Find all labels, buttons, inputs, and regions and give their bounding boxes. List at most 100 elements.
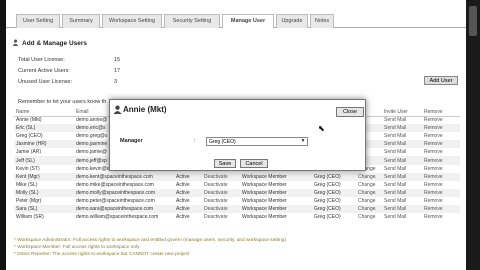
manager-label: Manager xyxy=(120,138,143,144)
edit-user-dialog: Annie (Mkt) Close Manager : Greg (CEO) ▼… xyxy=(109,99,366,171)
table-cell[interactable]: Send Mail xyxy=(382,132,422,140)
table-cell: Greg (CEO) xyxy=(312,205,356,214)
save-button[interactable]: Save xyxy=(214,159,236,168)
table-row: Sara (SL) demo.sara@spaceinthespace.com Ac… xyxy=(14,205,460,214)
table-cell: Active xyxy=(174,172,202,181)
table-cell[interactable]: Send Mail xyxy=(382,197,422,205)
app-window: User Setting Summary Workspace Setting S… xyxy=(0,0,480,270)
manager-colon: : xyxy=(194,138,196,144)
table-cell[interactable]: Remove xyxy=(422,188,460,197)
tab-summary[interactable]: Summary xyxy=(62,14,100,28)
table-cell[interactable]: Remove xyxy=(422,205,460,214)
col-name: Name xyxy=(14,108,74,117)
table-cell[interactable]: Remove xyxy=(422,156,460,165)
table-cell[interactable]: Send Mail xyxy=(382,165,422,173)
table-cell: demo.mike@spaceinthespace.com xyxy=(76,181,154,188)
table-cell: demo.molly@spaceinthespace.com xyxy=(74,188,174,197)
table-cell[interactable]: Send Mail xyxy=(382,172,422,181)
col-remove: Remove xyxy=(422,108,460,117)
table-cell[interactable]: Deactivate xyxy=(202,213,240,221)
table-cell[interactable]: Remove xyxy=(422,165,460,173)
table-cell: Jamie (AR) xyxy=(16,149,42,156)
table-cell[interactable]: Send Mail xyxy=(382,116,422,124)
table-cell[interactable]: Remove xyxy=(422,132,460,140)
summary-label-total: Total User License: xyxy=(18,57,65,63)
table-cell: demo.sara@spaceinthespace.com xyxy=(74,205,174,214)
table-cell: Kent (Mgr) xyxy=(14,172,74,181)
table-cell[interactable]: Remove xyxy=(422,172,460,181)
table-cell: Greg (CEO) xyxy=(16,133,43,140)
table-cell: Greg (CEO) xyxy=(312,188,356,197)
summary-value-active: 17 xyxy=(114,68,121,74)
page: User Setting Summary Workspace Setting S… xyxy=(6,0,466,270)
summary-label-active: Current Active Users: xyxy=(18,68,70,74)
table-cell[interactable]: Change xyxy=(356,213,382,221)
table-row: William (SR) demo.william@spaceinthespace… xyxy=(14,213,460,221)
table-cell[interactable]: Deactivate xyxy=(202,172,240,181)
table-cell[interactable]: Send Mail xyxy=(382,124,422,133)
chevron-down-icon[interactable]: ▼ xyxy=(299,138,307,145)
table-cell[interactable]: Remove xyxy=(422,213,460,221)
table-cell: Workspace Member xyxy=(242,197,287,204)
tab-workspace-setting[interactable]: Workspace Setting xyxy=(102,14,162,28)
table-cell[interactable]: Deactivate xyxy=(202,181,240,189)
cancel-button[interactable]: Cancel xyxy=(240,159,268,168)
table-cell[interactable]: Remove xyxy=(422,197,460,205)
table-cell[interactable]: Remove xyxy=(422,124,460,133)
dialog-title: Annie (Mkt) xyxy=(123,105,167,114)
table-cell[interactable]: Remove xyxy=(422,181,460,189)
table-cell[interactable]: Send Mail xyxy=(382,181,422,189)
table-cell[interactable]: Deactivate xyxy=(202,197,240,205)
table-cell[interactable]: Remove xyxy=(422,140,460,149)
mouse-cursor-icon: ⬉ xyxy=(318,124,325,133)
notes: * Workspace Administrator: Full access r… xyxy=(14,237,286,258)
scrollbar-thumb[interactable] xyxy=(469,6,477,36)
table-cell: Workspace Member xyxy=(240,205,312,214)
table-cell[interactable]: Change xyxy=(356,172,382,181)
table-cell[interactable]: Change xyxy=(356,188,382,197)
table-cell: Active xyxy=(176,197,190,204)
tab-security-setting[interactable]: Security Setting xyxy=(164,14,220,28)
tab-manage-user[interactable]: Manage User xyxy=(222,14,274,28)
users-icon xyxy=(12,39,19,46)
table-cell[interactable]: Send Mail xyxy=(382,205,422,214)
tab-user-setting[interactable]: User Setting xyxy=(16,14,60,28)
table-cell: Active xyxy=(174,205,202,214)
table-cell: Annie (Mkt) xyxy=(16,117,42,124)
table-cell[interactable]: Change xyxy=(356,205,382,214)
table-cell: demo.peter@spaceinthespace.com xyxy=(76,197,155,204)
table-cell[interactable]: Remove xyxy=(422,116,460,124)
table-cell[interactable]: Send Mail xyxy=(382,140,422,149)
table-cell: Molly (SL) xyxy=(14,188,74,197)
table-cell: Eric (SL) xyxy=(14,124,74,133)
table-cell[interactable]: Send Mail xyxy=(382,156,422,165)
table-cell[interactable]: Send Mail xyxy=(382,188,422,197)
scrollbar[interactable] xyxy=(466,0,480,270)
table-cell: William (SR) xyxy=(16,214,44,221)
tab-bar: User Setting Summary Workspace Setting S… xyxy=(6,14,466,28)
table-cell[interactable]: Deactivate xyxy=(202,205,240,214)
table-cell: Workspace Member xyxy=(240,172,312,181)
table-row: Kent (Mgr) demo.kent@spaceinthespace.com A… xyxy=(14,172,460,181)
user-icon xyxy=(113,105,122,114)
table-cell[interactable]: Send Mail xyxy=(382,148,422,156)
table-cell: Greg (CEO) xyxy=(314,214,341,221)
table-cell: Greg (CEO) xyxy=(314,181,341,188)
table-cell: Workspace Member xyxy=(242,214,287,221)
summary-label-unused: Unused User License: xyxy=(18,79,73,85)
table-cell[interactable]: Change xyxy=(356,197,382,205)
manager-select[interactable]: Greg (CEO) ▼ xyxy=(206,137,308,146)
tab-upgrade[interactable]: Upgrade xyxy=(276,14,308,28)
table-cell[interactable]: Send Mail xyxy=(382,213,422,221)
reminder-text: Remember to let your users know th xyxy=(18,99,107,105)
close-button[interactable]: Close xyxy=(336,107,364,117)
table-cell[interactable]: Deactivate xyxy=(202,188,240,197)
table-cell: Active xyxy=(174,188,202,197)
table-cell[interactable]: Change xyxy=(356,181,382,189)
table-cell: demo.william@spaceinthespace.com xyxy=(76,214,159,221)
add-user-button[interactable]: Add User xyxy=(424,76,458,85)
tab-notes[interactable]: Notes xyxy=(310,14,334,28)
table-cell: demo.kent@spaceinthespace.com xyxy=(74,172,174,181)
col-invite: Invite User xyxy=(382,108,422,117)
table-cell[interactable]: Remove xyxy=(422,148,460,156)
